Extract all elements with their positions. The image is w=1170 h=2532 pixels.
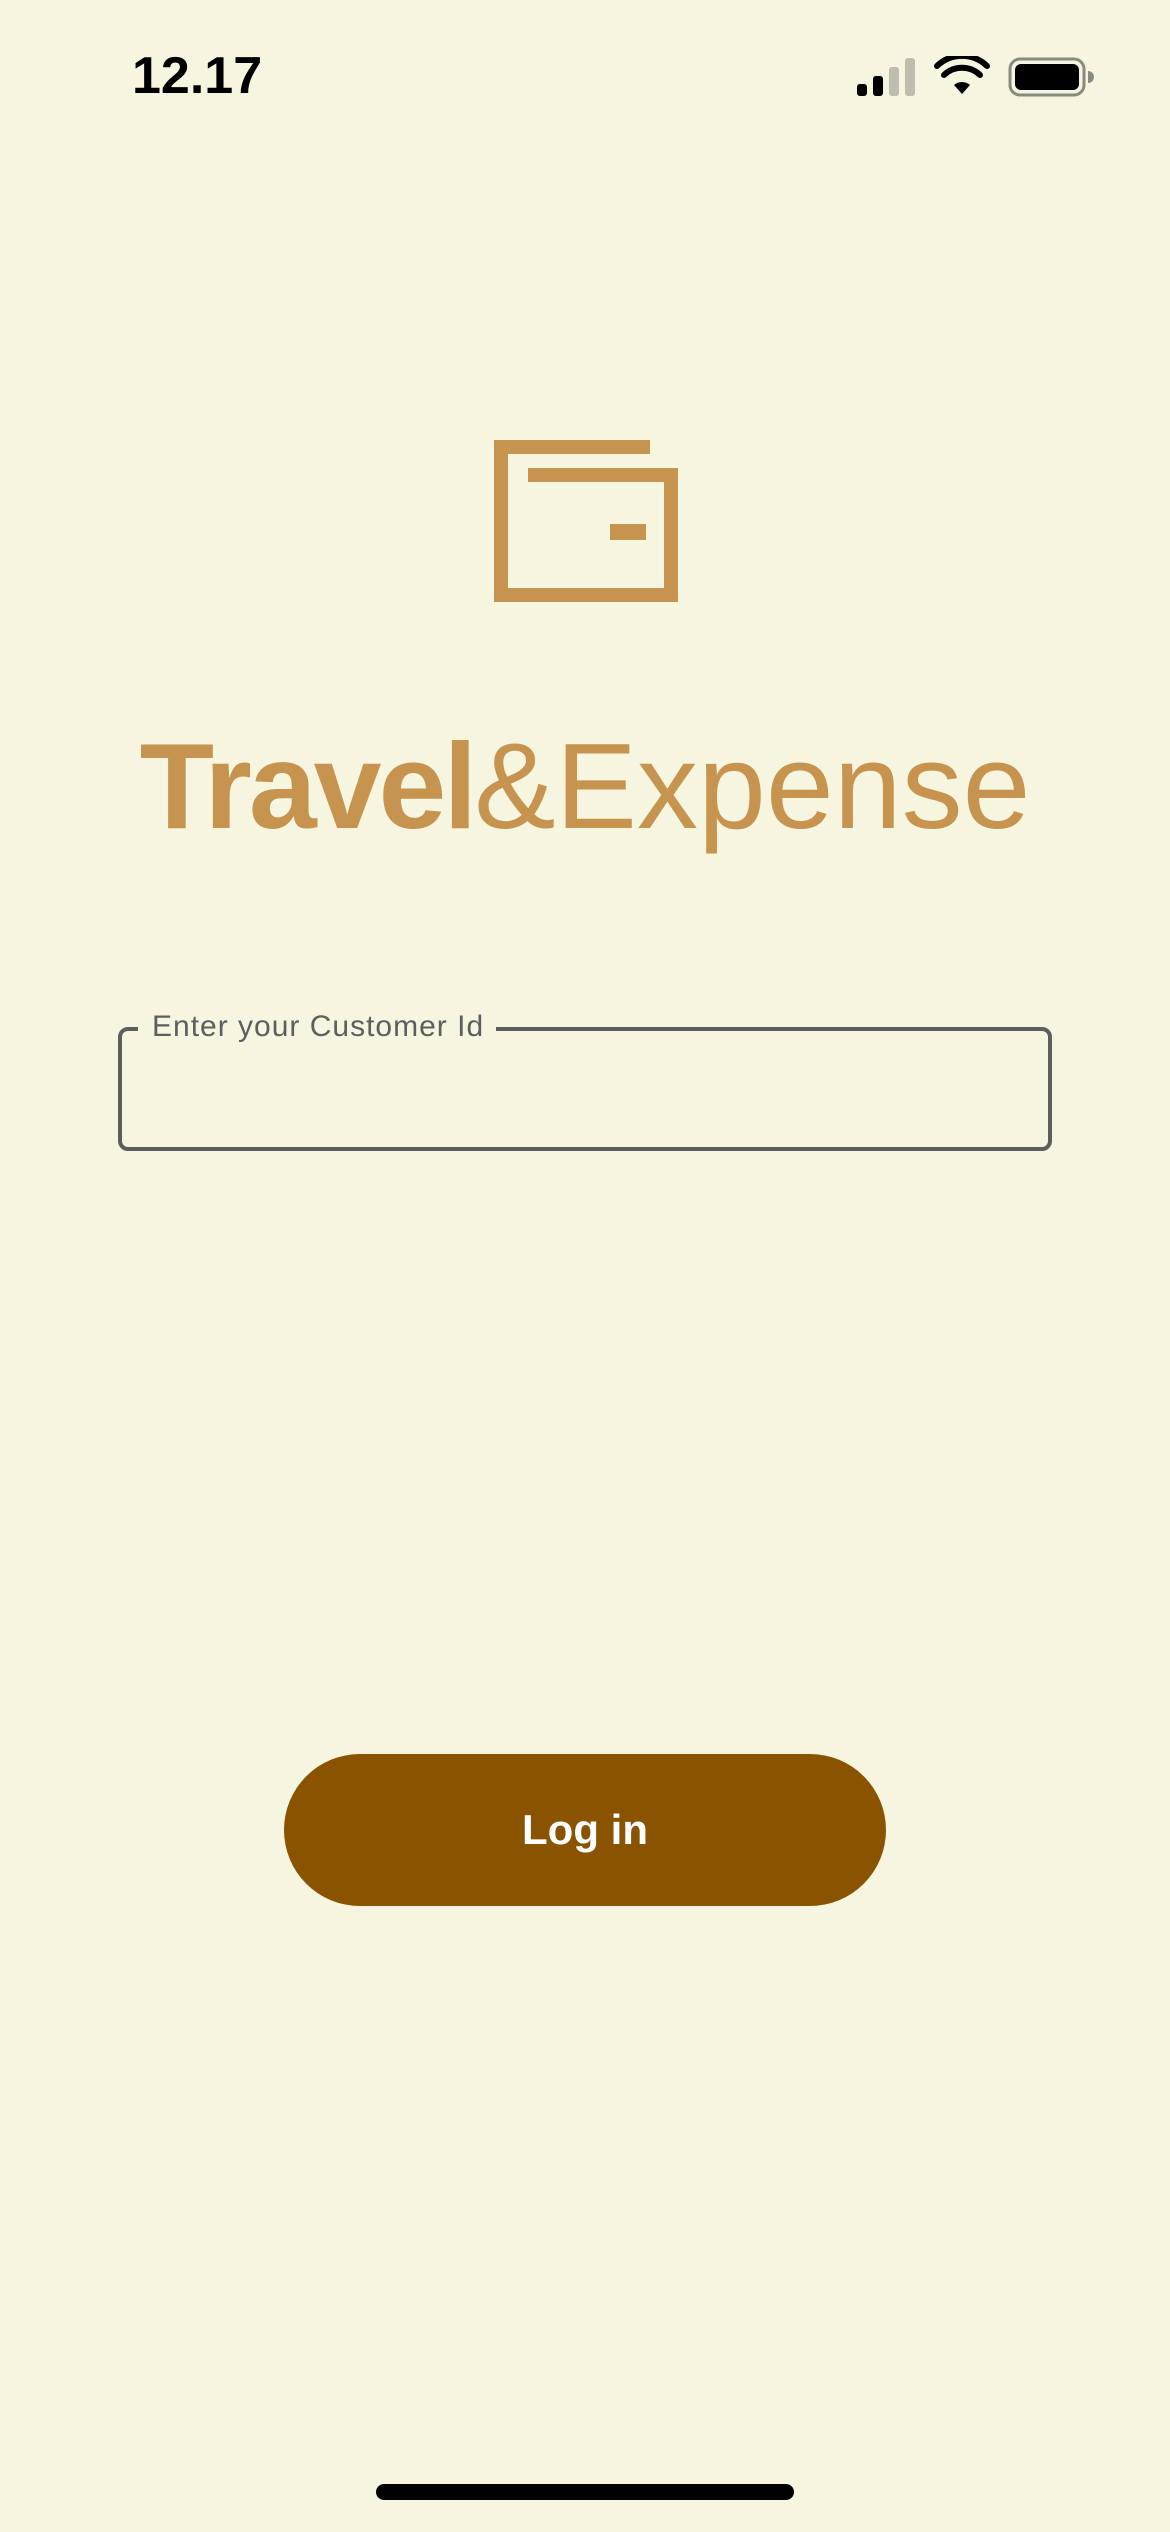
login-button[interactable]: Log in bbox=[284, 1754, 886, 1906]
brand-title-bold: Travel bbox=[139, 718, 478, 854]
home-indicator[interactable] bbox=[376, 2484, 794, 2500]
status-time: 12.17 bbox=[132, 47, 263, 105]
customer-id-label: Enter your Customer Id bbox=[138, 1007, 497, 1047]
brand-title: Travel&Expense bbox=[0, 716, 1170, 856]
customer-id-field[interactable]: Enter your Customer Id bbox=[118, 1007, 1052, 1151]
wallet-icon bbox=[494, 440, 678, 602]
cellular-signal-icon bbox=[857, 58, 915, 96]
brand-title-rest: &Expense bbox=[474, 718, 1031, 854]
customer-id-input[interactable] bbox=[146, 1059, 1030, 1125]
wifi-icon bbox=[934, 56, 990, 94]
battery-icon bbox=[1008, 57, 1094, 97]
